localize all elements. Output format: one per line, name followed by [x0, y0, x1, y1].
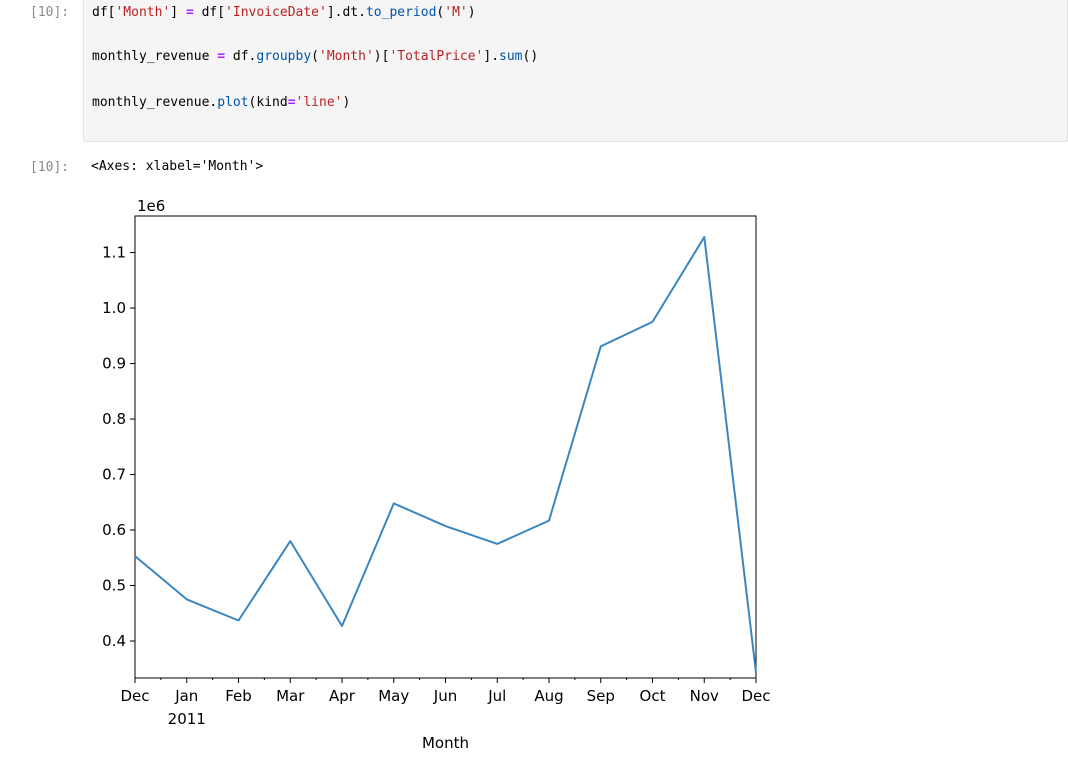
x-tick-label: Sep: [587, 687, 615, 705]
x-tick-label: Jul: [487, 687, 506, 705]
y-tick-label: 0.7: [102, 466, 126, 484]
y-tick-label: 1.0: [102, 299, 126, 317]
x-axis-label: Month: [422, 734, 469, 752]
x-year-label: 2011: [168, 710, 206, 728]
x-tick-label: Aug: [534, 687, 563, 705]
y-tick-label: 0.9: [102, 355, 126, 373]
y-tick-label: 1.1: [102, 244, 126, 262]
y-tick-label: 0.8: [102, 410, 126, 428]
x-tick-label: Apr: [329, 687, 356, 705]
y-offset-label: 1e6: [137, 197, 165, 215]
x-tick-label: Feb: [225, 687, 252, 705]
y-tick-label: 0.4: [102, 632, 126, 650]
revenue-series-line: [134, 236, 757, 673]
x-tick-label: Dec: [741, 687, 770, 705]
plot-frame: [134, 215, 757, 679]
x-tick-label: May: [378, 687, 409, 705]
y-tick-label: 0.5: [102, 577, 126, 595]
x-tick-label: Oct: [640, 687, 666, 705]
x-tick-label: Nov: [690, 687, 719, 705]
y-tick-label: 0.6: [102, 521, 126, 539]
x-tick-label: Jan: [174, 687, 198, 705]
x-tick-label: Mar: [276, 687, 305, 705]
x-tick-label: Jun: [433, 687, 457, 705]
line-chart: 0.4 0.5 0.6 0.7 0.8 0.9 1.0 1.1 1e6 Dec Jan Feb Mar A…: [102, 197, 770, 752]
x-tick-label: Dec: [120, 687, 149, 705]
